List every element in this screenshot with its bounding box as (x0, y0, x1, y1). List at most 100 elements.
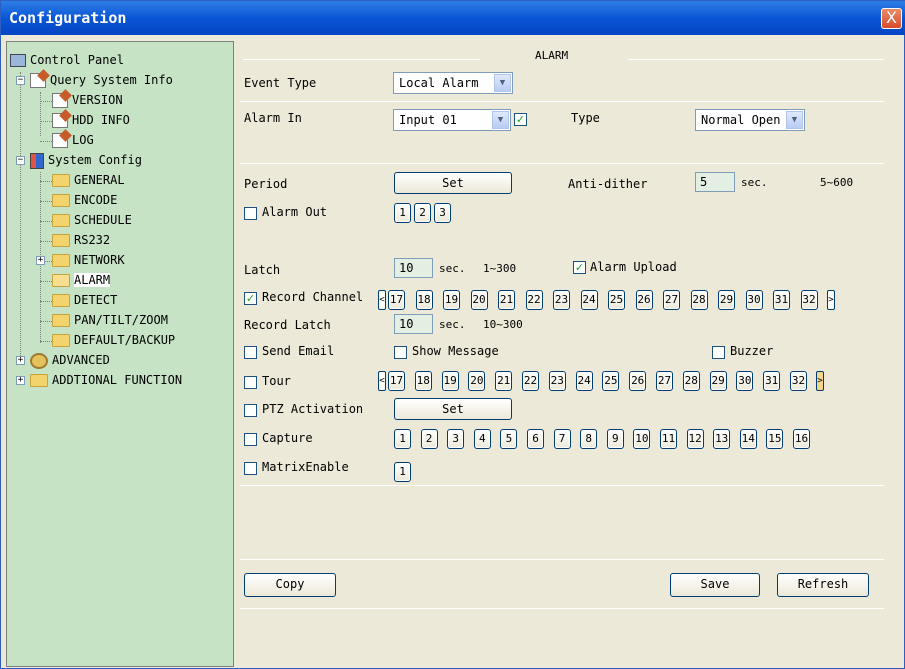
sidebar-item-alarm[interactable]: ALARM (52, 270, 111, 290)
latch-input[interactable]: 10 (394, 258, 433, 278)
sidebar-item-schedule[interactable]: SCHEDULE (52, 210, 132, 230)
record-channel-button[interactable]: 18 (415, 290, 433, 310)
ptz-set-button[interactable]: Set (394, 398, 512, 420)
record-channel-button[interactable]: 25 (608, 290, 625, 310)
capture-channel-button[interactable]: 10 (633, 429, 651, 449)
title-bar[interactable]: Configuration (1, 1, 905, 35)
close-icon[interactable]: X (881, 8, 902, 29)
sidebar-item-pan-tilt-zoom[interactable]: PAN/TILT/ZOOM (52, 310, 168, 330)
tour-channel-button[interactable]: 20 (468, 371, 486, 391)
record-channel-button[interactable]: 31 (773, 290, 790, 310)
sidebar-item-control-panel[interactable]: Control Panel (10, 50, 124, 70)
tour-checkbox[interactable] (244, 376, 257, 389)
record-channel-button[interactable]: 26 (635, 290, 653, 310)
tour-channel-button[interactable]: 21 (495, 371, 513, 391)
sidebar-item-additional-function[interactable]: ADDTIONAL FUNCTION (30, 370, 182, 390)
record-channel-button[interactable]: 28 (690, 290, 708, 310)
alarm-upload-checkbox[interactable]: ✓ (573, 261, 586, 274)
sidebar-item-rs232[interactable]: RS232 (52, 230, 110, 250)
matrix-enable-checkbox[interactable] (244, 462, 257, 475)
record-channel-button[interactable]: 20 (470, 290, 488, 310)
tour-channel-button[interactable]: 23 (548, 371, 566, 391)
tour-channel-button[interactable]: 28 (682, 371, 700, 391)
capture-channel-button[interactable]: 7 (553, 429, 571, 449)
show-message-checkbox[interactable] (394, 346, 407, 359)
alarm-out-button[interactable]: 2 (414, 203, 431, 223)
record-channel-button[interactable]: 32 (800, 290, 818, 310)
tour-channel-button[interactable]: 25 (602, 371, 620, 391)
alarm-in-checkbox[interactable]: ✓ (514, 113, 527, 126)
capture-channel-button[interactable]: 4 (473, 429, 491, 449)
send-email-checkbox[interactable] (244, 346, 257, 359)
record-channel-button[interactable]: 19 (443, 290, 460, 310)
record-channel-button[interactable]: 23 (553, 290, 570, 310)
sidebar-item-default-backup[interactable]: DEFAULT/BACKUP (52, 330, 175, 350)
expand-icon[interactable]: + (16, 356, 25, 365)
tour-channel-button[interactable]: 29 (709, 371, 727, 391)
type-select[interactable]: Normal Open ▼ (695, 109, 805, 131)
capture-channel-button[interactable]: 14 (739, 429, 757, 449)
save-button[interactable]: Save (670, 573, 760, 597)
record-channel-button[interactable]: 29 (718, 290, 735, 310)
matrix-output-button[interactable]: 1 (394, 462, 411, 482)
copy-button[interactable]: Copy (244, 573, 336, 597)
tour-channel-button[interactable]: 32 (790, 371, 807, 391)
alarm-in-select[interactable]: Input 01 ▼ (393, 109, 511, 131)
capture-checkbox[interactable] (244, 433, 257, 446)
tour-channel-button[interactable]: 24 (575, 371, 593, 391)
capture-channel-button[interactable]: 13 (713, 429, 731, 449)
sidebar-item-hdd-info[interactable]: HDD INFO (52, 110, 130, 130)
sidebar-item-query-system-info[interactable]: Query System Info (30, 70, 173, 90)
capture-channel-button[interactable]: 5 (500, 429, 518, 449)
sidebar-item-log[interactable]: LOG (52, 130, 94, 150)
capture-channel-button[interactable]: 15 (766, 429, 784, 449)
collapse-icon[interactable]: − (16, 156, 25, 165)
capture-channel-button[interactable]: 8 (580, 429, 598, 449)
ptz-activation-checkbox[interactable] (244, 404, 257, 417)
tour-channel-button[interactable]: 18 (414, 371, 432, 391)
capture-channel-button[interactable]: 1 (394, 429, 411, 449)
refresh-button[interactable]: Refresh (777, 573, 869, 597)
capture-channel-button[interactable]: 9 (606, 429, 624, 449)
tour-next-button[interactable]: > (816, 371, 824, 391)
anti-dither-input[interactable]: 5 (695, 172, 735, 192)
alarm-out-button[interactable]: 3 (434, 203, 451, 223)
expand-icon[interactable]: + (16, 376, 25, 385)
tour-channel-button[interactable]: 30 (736, 371, 754, 391)
record-channel-button[interactable]: 24 (580, 290, 598, 310)
collapse-icon[interactable]: − (16, 76, 25, 85)
capture-channel-button[interactable]: 3 (447, 429, 465, 449)
capture-channel-button[interactable]: 16 (793, 429, 810, 449)
capture-channel-button[interactable]: 6 (527, 429, 544, 449)
tour-channel-button[interactable]: 26 (629, 371, 647, 391)
record-latch-input[interactable]: 10 (394, 314, 433, 334)
record-channel-button[interactable]: 17 (388, 290, 405, 310)
capture-channel-button[interactable]: 2 (420, 429, 438, 449)
record-channel-button[interactable]: 22 (525, 290, 543, 310)
capture-channel-button[interactable]: 12 (686, 429, 704, 449)
event-type-select[interactable]: Local Alarm ▼ (393, 72, 513, 94)
record-channel-button[interactable]: 27 (663, 290, 680, 310)
tour-channel-button[interactable]: 17 (388, 371, 405, 391)
tour-channel-button[interactable]: 19 (441, 371, 459, 391)
sidebar-item-network[interactable]: NETWORK (52, 250, 125, 270)
tour-channel-button[interactable]: 22 (522, 371, 539, 391)
sidebar-item-advanced[interactable]: ADVANCED (30, 350, 110, 370)
record-channel-checkbox[interactable]: ✓ (244, 292, 257, 305)
alarm-out-checkbox[interactable] (244, 207, 257, 220)
sidebar-item-encode[interactable]: ENCODE (52, 190, 117, 210)
tour-channel-button[interactable]: 31 (763, 371, 781, 391)
record-channel-prev-button[interactable]: < (378, 290, 386, 310)
tour-prev-button[interactable]: < (378, 371, 386, 391)
period-set-button[interactable]: Set (394, 172, 512, 194)
sidebar-item-detect[interactable]: DETECT (52, 290, 117, 310)
sidebar-item-system-config[interactable]: System Config (30, 150, 142, 170)
capture-channel-button[interactable]: 11 (660, 429, 677, 449)
alarm-out-button[interactable]: 1 (394, 203, 411, 223)
record-channel-next-button[interactable]: > (827, 290, 835, 310)
sidebar-item-general[interactable]: GENERAL (52, 170, 125, 190)
buzzer-checkbox[interactable] (712, 346, 725, 359)
expand-icon[interactable]: + (36, 256, 45, 265)
record-channel-button[interactable]: 30 (745, 290, 763, 310)
sidebar-item-version[interactable]: VERSION (52, 90, 123, 110)
